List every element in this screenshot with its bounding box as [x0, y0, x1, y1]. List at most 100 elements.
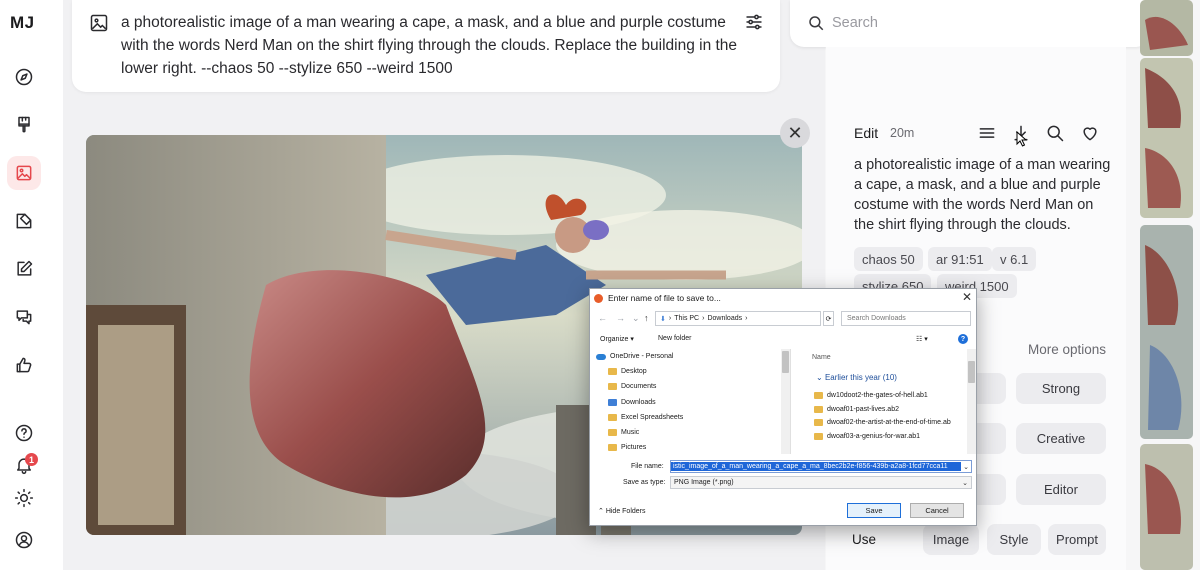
- file-name: dwoaf02-the-artist-at-the-end-of-time.ab: [827, 419, 951, 427]
- name-column-header[interactable]: Name: [812, 354, 831, 361]
- thumbnail[interactable]: [1140, 225, 1193, 439]
- save-button[interactable]: Save: [847, 503, 901, 518]
- file-row[interactable]: dwoaf01-past-lives.ab2: [814, 403, 972, 417]
- file-group-header[interactable]: ⌄ Earlier this year (10): [816, 373, 897, 382]
- heart-icon: [1083, 127, 1097, 141]
- rail-create-button[interactable]: [7, 108, 41, 142]
- forward-arrow-icon[interactable]: →: [616, 313, 625, 323]
- dialog-title: Enter name of file to save to...: [608, 293, 721, 303]
- prompt-text[interactable]: a photorealistic image of a man wearing …: [121, 11, 741, 80]
- param-chip[interactable]: ar 91:51: [928, 247, 992, 271]
- chevron-down-icon: ⌄: [816, 373, 825, 382]
- file-icon: [814, 419, 823, 427]
- rail-edit-button[interactable]: [7, 204, 41, 238]
- chevron-down-icon[interactable]: ⌄: [963, 463, 971, 471]
- tree-item[interactable]: Desktop: [596, 364, 796, 379]
- rail-help-button[interactable]: [7, 416, 41, 450]
- compass-icon: [15, 68, 33, 86]
- more-options-link[interactable]: More options: [1028, 342, 1106, 357]
- save-as-type-value: PNG Image (*.png): [674, 479, 734, 486]
- param-chip[interactable]: chaos 50: [854, 247, 923, 271]
- tree-item[interactable]: Documents: [596, 379, 796, 394]
- file-icon: [814, 405, 823, 413]
- tree-item[interactable]: Pictures: [596, 440, 796, 454]
- address-sep-icon: ›: [745, 315, 748, 322]
- dialog-close-icon[interactable]: ✕: [962, 290, 972, 304]
- menu-lines-icon: [979, 128, 995, 138]
- use-style-button[interactable]: Style: [987, 524, 1041, 555]
- tree-label: Desktop: [621, 368, 647, 376]
- file-name: dw10doot2-the-gates-of-hell.ab1: [827, 392, 928, 400]
- pencil-square-icon: [17, 260, 33, 276]
- file-name: dwoaf03-a-genius-for-war.ab1: [827, 432, 920, 440]
- tree-item[interactable]: Downloads: [596, 395, 796, 410]
- file-name-input[interactable]: istic_image_of_a_man_wearing_a_cape_a_ma…: [670, 460, 972, 473]
- address-sep-icon: ›: [668, 315, 672, 322]
- tree-scrollbar[interactable]: [781, 349, 790, 454]
- folder-icon: [608, 444, 617, 452]
- scrollbar-thumb[interactable]: [968, 361, 975, 383]
- rail-organize-button[interactable]: [7, 156, 41, 190]
- chevron-down-icon[interactable]: ⌄: [962, 479, 971, 487]
- rail-chat-button[interactable]: [7, 300, 41, 334]
- file-list: dw10doot2-the-gates-of-hell.ab1 dwoaf01-…: [814, 389, 972, 443]
- view-options-icon[interactable]: ☷ ▾: [916, 335, 928, 343]
- hide-folders-toggle[interactable]: ⌃ Hide Folders: [598, 507, 646, 515]
- file-row[interactable]: dwoaf02-the-artist-at-the-end-of-time.ab: [814, 416, 972, 430]
- save-as-type-label: Save as type:: [623, 479, 666, 486]
- rail-personalize-button[interactable]: [7, 252, 41, 286]
- creative-option-button[interactable]: Creative: [1016, 423, 1106, 454]
- recent-chevron-icon[interactable]: ⌄: [632, 313, 640, 324]
- thumbnail[interactable]: [1140, 58, 1193, 218]
- help-icon[interactable]: ?: [958, 334, 968, 344]
- thumbnail[interactable]: [1140, 0, 1193, 56]
- file-icon: [814, 432, 823, 440]
- back-arrow-icon[interactable]: ←: [598, 313, 607, 323]
- rail-theme-button[interactable]: [7, 481, 41, 515]
- menu-button[interactable]: [977, 123, 997, 143]
- save-as-type-select[interactable]: PNG Image (*.png) ⌄: [670, 476, 972, 489]
- cancel-button[interactable]: Cancel: [910, 503, 964, 518]
- files-scrollbar[interactable]: [967, 349, 976, 454]
- pane-divider[interactable]: [790, 349, 791, 454]
- thumbnail[interactable]: [1140, 444, 1193, 570]
- address-segment[interactable]: This PC: [674, 315, 699, 322]
- file-row[interactable]: dw10doot2-the-gates-of-hell.ab1: [814, 389, 972, 403]
- search-similar-button[interactable]: [1045, 123, 1065, 143]
- prompt-card: a photorealistic image of a man wearing …: [72, 0, 780, 92]
- new-folder-button[interactable]: New folder: [658, 335, 691, 342]
- app-logo[interactable]: MJ: [10, 13, 35, 33]
- use-image-button[interactable]: Image: [923, 524, 979, 555]
- image-prompt-icon[interactable]: [89, 13, 109, 33]
- tree-label: Excel Spreadsheets: [621, 413, 684, 421]
- file-name: dwoaf01-past-lives.ab2: [827, 405, 899, 413]
- tree-item[interactable]: OneDrive - Personal: [596, 349, 796, 364]
- tree-item[interactable]: Excel Spreadsheets: [596, 410, 796, 425]
- organize-menu[interactable]: Organize ▾: [600, 335, 634, 343]
- tree-item[interactable]: Music: [596, 425, 796, 440]
- address-bar[interactable]: ⬇ › This PC › Downloads ›: [655, 311, 821, 326]
- like-button[interactable]: [1080, 123, 1100, 143]
- magnifier-icon: [1047, 125, 1064, 142]
- rail-updates-button[interactable]: [7, 448, 41, 482]
- rail-explore-button[interactable]: [7, 60, 41, 94]
- search-downloads-input[interactable]: Search Downloads: [841, 311, 971, 326]
- scrollbar-thumb[interactable]: [782, 351, 789, 373]
- address-segment[interactable]: Downloads: [707, 315, 742, 322]
- generation-time: 20m: [890, 126, 915, 140]
- file-row[interactable]: dwoaf03-a-genius-for-war.ab1: [814, 430, 972, 444]
- param-chip[interactable]: v 6.1: [992, 247, 1037, 271]
- close-image-button[interactable]: ✕: [780, 118, 810, 148]
- rail-account-button[interactable]: [7, 523, 41, 557]
- up-arrow-icon[interactable]: ↑: [644, 313, 649, 323]
- refresh-icon[interactable]: ⟳: [823, 311, 834, 326]
- editor-option-button[interactable]: Editor: [1016, 474, 1106, 505]
- tree-label: Documents: [621, 383, 657, 391]
- edit-link[interactable]: Edit: [854, 125, 878, 141]
- settings-sliders-icon[interactable]: [744, 12, 766, 34]
- strong-option-button[interactable]: Strong: [1016, 373, 1106, 404]
- search-input[interactable]: [832, 11, 1132, 35]
- use-prompt-button[interactable]: Prompt: [1048, 524, 1106, 555]
- rail-tasks-button[interactable]: [7, 348, 41, 382]
- help-circle-icon: [15, 424, 33, 442]
